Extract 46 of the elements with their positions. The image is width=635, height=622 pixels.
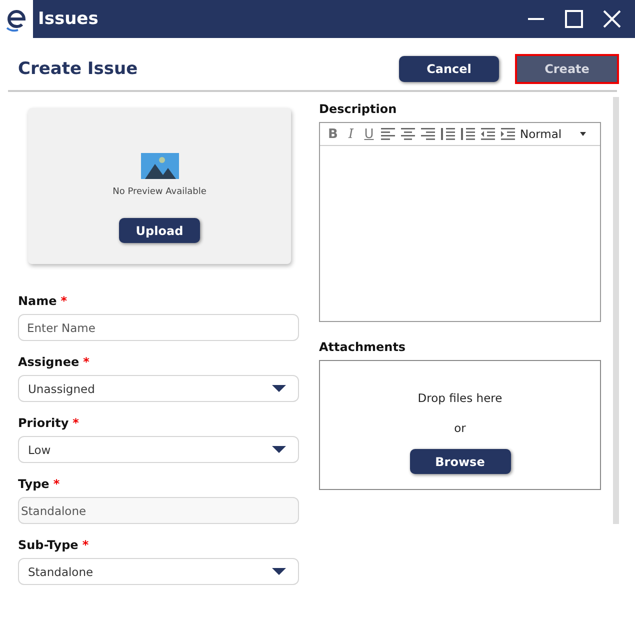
description-editor[interactable]: B I U Normal	[319, 122, 601, 322]
ordered-list-icon[interactable]	[440, 127, 456, 141]
required-mark: *	[53, 477, 60, 491]
required-mark: *	[60, 294, 68, 308]
bold-button[interactable]: B	[326, 126, 340, 142]
close-icon[interactable]	[602, 9, 622, 29]
field-label: Priority	[18, 416, 69, 430]
scrollbar[interactable]	[613, 97, 619, 524]
drop-zone[interactable]: Drop files here or Browse	[319, 360, 601, 490]
attachments-label: Attachments	[319, 340, 407, 354]
no-preview-text: No Preview Available	[112, 187, 206, 197]
align-right-icon[interactable]	[420, 127, 436, 141]
field-label: Assignee	[18, 355, 80, 369]
maximize-icon[interactable]	[564, 9, 584, 29]
dropdown[interactable]: Unassigned	[18, 375, 299, 402]
input-field[interactable]: Enter Name	[18, 314, 299, 341]
browse-button[interactable]: Browse	[410, 449, 510, 474]
field-label: Sub-Type	[18, 538, 78, 552]
window-title: Issues	[38, 9, 100, 29]
outdent-icon[interactable]	[480, 127, 496, 141]
required-mark: *	[82, 538, 89, 552]
field-label: Type	[18, 477, 50, 491]
caret-icon[interactable]	[580, 132, 586, 136]
image-placeholder-icon	[140, 153, 178, 179]
description-label: Description	[319, 102, 398, 116]
required-mark: *	[72, 416, 79, 430]
page-title: Create Issue	[18, 59, 138, 79]
field-label: Name	[18, 294, 57, 308]
caret-icon[interactable]	[272, 384, 286, 392]
indent-icon[interactable]	[500, 127, 516, 141]
dropdown[interactable]: Standalone	[18, 558, 299, 585]
cancel-button[interactable]: Cancel	[399, 56, 499, 82]
format-dropdown[interactable]: Normal	[520, 127, 562, 141]
caret-icon[interactable]	[272, 446, 286, 454]
upload-button[interactable]: Upload	[119, 218, 200, 243]
drop-files-text: Drop files here	[418, 391, 502, 405]
align-center-icon[interactable]	[400, 127, 416, 141]
required-mark: *	[83, 355, 90, 369]
bullet-list-icon[interactable]	[460, 127, 476, 141]
dropdown[interactable]: Low	[18, 436, 299, 463]
readonly-field: Standalone	[18, 497, 299, 524]
align-left-icon[interactable]	[380, 127, 396, 141]
or-text: or	[454, 421, 466, 435]
underline-button[interactable]: U	[362, 126, 376, 142]
caret-icon[interactable]	[272, 568, 286, 576]
italic-button[interactable]: I	[344, 126, 358, 142]
